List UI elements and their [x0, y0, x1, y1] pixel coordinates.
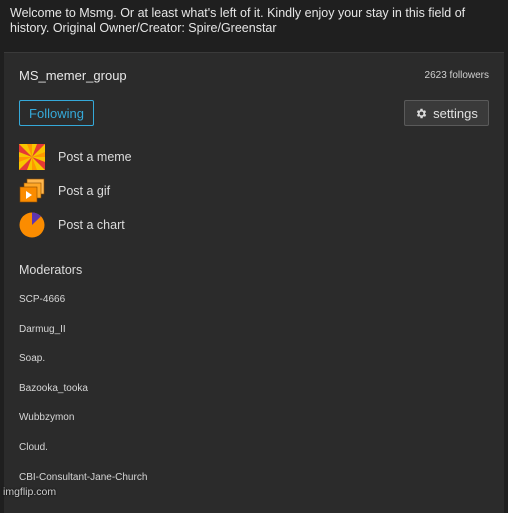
followers-count: 2623 followers	[424, 70, 489, 81]
post-gif-label: Post a gif	[58, 184, 111, 198]
post-chart-action[interactable]: Post a chart	[19, 212, 132, 238]
watermark: imgflip.com	[3, 486, 57, 498]
group-name[interactable]: MS_memer_group	[19, 68, 127, 83]
stream-description: Welcome to Msmg. Or at least what's left…	[10, 6, 466, 35]
gif-icon	[19, 178, 45, 203]
moderator-item[interactable]: Bazooka_tooka	[19, 378, 147, 408]
settings-label: settings	[433, 105, 478, 121]
gear-icon	[416, 108, 427, 118]
post-meme-action[interactable]: Post a meme	[19, 144, 132, 170]
moderator-item[interactable]: SCP-4666	[19, 289, 147, 319]
moderator-item[interactable]: Wubbzymon	[19, 407, 147, 437]
group-panel: MS_memer_group 2623 followers Following …	[4, 52, 504, 513]
chart-icon	[19, 212, 45, 238]
moderator-item[interactable]: Cloud.	[19, 437, 147, 467]
post-chart-label: Post a chart	[58, 218, 125, 232]
post-gif-action[interactable]: Post a gif	[19, 178, 132, 204]
post-meme-label: Post a meme	[58, 150, 132, 164]
moderator-item[interactable]: Soap.	[19, 348, 147, 378]
meme-icon	[19, 144, 45, 170]
following-button[interactable]: Following	[19, 100, 94, 126]
moderators-list: SCP-4666 Darmug_II Soap. Bazooka_tooka W…	[19, 289, 147, 496]
post-actions: Post a meme Post a gif Post a chart	[19, 144, 132, 246]
moderator-item[interactable]: Darmug_II	[19, 319, 147, 349]
settings-button[interactable]: settings	[404, 100, 489, 126]
moderators-heading: Moderators	[19, 263, 83, 277]
